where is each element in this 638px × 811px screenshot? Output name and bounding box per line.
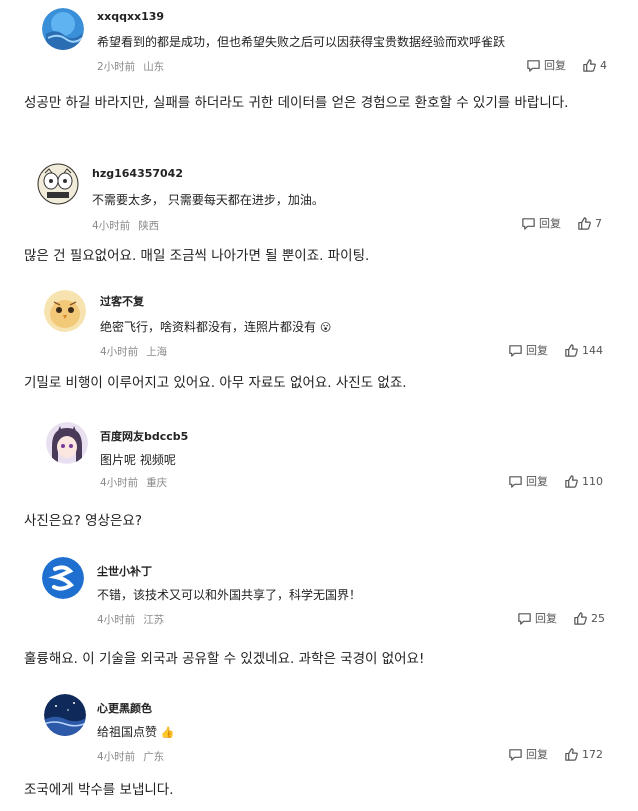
avatar[interactable]: [42, 8, 84, 50]
comment-location: 陕西: [138, 220, 160, 232]
avatar[interactable]: [42, 557, 84, 599]
reply-label: 回复: [535, 612, 557, 625]
reply-icon: [509, 748, 522, 761]
comment-location: 重庆: [146, 477, 168, 489]
comment-meta: 4小时前 陕西: [92, 218, 159, 233]
thumbs-up-icon: [565, 747, 578, 761]
anime-avatar-icon: [46, 422, 88, 464]
comment-actions: 回复 25: [517, 610, 605, 626]
avatar[interactable]: [46, 422, 88, 464]
comment-location: 山东: [143, 61, 165, 73]
like-count: 144: [582, 343, 603, 357]
comment-text: 希望看到的都是成功，但也希望失败之后可以因获得宝贵数据经验而欢呼雀跃: [97, 35, 506, 49]
comment-actions: 回复 4: [526, 57, 607, 73]
avatar[interactable]: [44, 694, 86, 736]
comment-meta: 4小时前 江苏: [97, 612, 164, 627]
comment-text-body: 绝密飞行，啥资料都没有，连照片都没有: [100, 320, 317, 334]
comment-text: 给祖国点赞 👍: [97, 723, 175, 740]
comment-actions: 回复 172: [508, 746, 603, 762]
like-button[interactable]: 172: [564, 747, 603, 762]
username[interactable]: hzg164357042: [92, 167, 183, 180]
comment-meta: 2小时前 山东: [97, 59, 164, 74]
username[interactable]: xxqqxx139: [97, 10, 164, 23]
reply-button[interactable]: 回复: [526, 57, 566, 73]
like-button[interactable]: 4: [582, 58, 607, 73]
comment-meta: 4小时前 上海: [100, 344, 167, 359]
thumbs-up-icon: [578, 216, 591, 230]
comment-text: 图片呢 视频呢: [100, 453, 176, 467]
like-count: 4: [600, 58, 607, 72]
surprised-emoji-icon: 😮: [319, 321, 332, 334]
translation-text: 조국에게 박수를 보냅니다.: [24, 782, 174, 798]
like-button[interactable]: 110: [564, 474, 603, 489]
like-button[interactable]: 144: [564, 343, 603, 358]
landscape-avatar-icon: [44, 694, 86, 736]
comment-time: 4小时前: [92, 220, 131, 232]
comment-actions: 回复 7: [521, 215, 602, 231]
translation-text: 사진은요? 영상은요?: [24, 513, 142, 529]
translation-text: 많은 건 필요없어요. 매일 조금씩 나아가면 될 뿐이죠. 파이팅.: [24, 248, 370, 264]
comment-time: 4小时前: [100, 477, 139, 489]
comment-actions: 回复 110: [508, 473, 603, 489]
reply-button[interactable]: 回复: [508, 746, 548, 762]
reply-label: 回复: [544, 59, 566, 72]
username[interactable]: 尘世小补丁: [97, 563, 152, 579]
avatar[interactable]: [37, 163, 79, 205]
comment-text: 不需要太多， 只需要每天都在进步，加油。: [92, 193, 324, 207]
comment-time: 4小时前: [97, 614, 136, 626]
comment-time: 2小时前: [97, 61, 136, 73]
comment-text: 不错，该技术又可以和外国共享了，科学无国界！: [97, 588, 362, 602]
bird-avatar-icon: [44, 290, 86, 332]
comment-time: 4小时前: [100, 346, 139, 358]
comment-meta: 4小时前 广东: [97, 749, 164, 764]
like-count: 172: [582, 747, 603, 761]
like-count: 25: [591, 611, 605, 625]
comment-time: 4小时前: [97, 751, 136, 763]
avatar[interactable]: [44, 290, 86, 332]
like-count: 7: [595, 216, 602, 230]
user-avatar-icon: [42, 8, 84, 50]
reply-icon: [509, 475, 522, 488]
reply-label: 回复: [539, 217, 561, 230]
like-button[interactable]: 7: [577, 216, 602, 231]
thumbs-up-icon: [583, 58, 596, 72]
reply-icon: [522, 217, 535, 230]
reply-icon: [509, 344, 522, 357]
comment-location: 广东: [143, 751, 165, 763]
reply-label: 回复: [526, 475, 548, 488]
reply-button[interactable]: 回复: [517, 610, 557, 626]
comment-text-body: 给祖国点赞: [97, 725, 158, 739]
cartoon-avatar-icon: [37, 163, 79, 205]
translation-text: 성공만 하길 바라지만, 실패를 하더라도 귀한 데이터를 얻은 경험으로 환호…: [24, 95, 569, 111]
reply-icon: [527, 59, 540, 72]
username[interactable]: 过客不复: [100, 293, 144, 309]
username[interactable]: 心更黑颜色: [97, 700, 152, 716]
comment-location: 江苏: [143, 614, 165, 626]
like-count: 110: [582, 474, 603, 488]
comment-actions: 回复 144: [508, 342, 603, 358]
translation-text: 훌륭해요. 이 기술을 외국과 공유할 수 있겠네요. 과학은 국경이 없어요!: [24, 651, 425, 667]
thumbs-up-icon: [565, 474, 578, 488]
thumbs-up-icon: [565, 343, 578, 357]
translation-text: 기밀로 비행이 이루어지고 있어요. 아무 자료도 없어요. 사진도 없죠.: [24, 375, 407, 391]
reply-label: 回复: [526, 748, 548, 761]
thumbs-up-icon: [574, 611, 587, 625]
username[interactable]: 百度网友bdccb5: [100, 428, 188, 444]
reply-button[interactable]: 回复: [508, 342, 548, 358]
comment-meta: 4小时前 重庆: [100, 475, 167, 490]
logo-avatar-icon: [42, 557, 84, 599]
comment-text: 绝密飞行，啥资料都没有，连照片都没有 😮: [100, 318, 331, 335]
reply-button[interactable]: 回复: [508, 473, 548, 489]
reply-button[interactable]: 回复: [521, 215, 561, 231]
thumbs-up-emoji-icon: 👍: [160, 726, 175, 739]
reply-label: 回复: [526, 344, 548, 357]
comment-location: 上海: [146, 346, 168, 358]
like-button[interactable]: 25: [573, 611, 605, 626]
reply-icon: [518, 612, 531, 625]
